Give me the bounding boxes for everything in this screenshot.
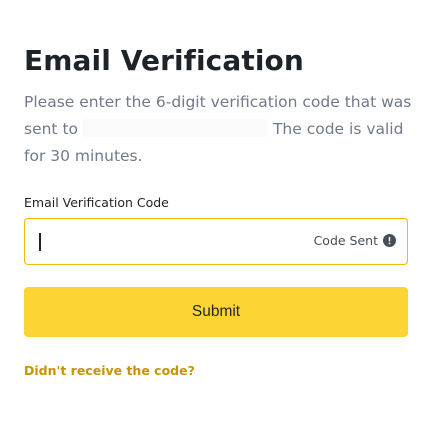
sent-to-label: sent to (24, 120, 79, 138)
submit-button[interactable]: Submit (24, 287, 408, 337)
validity-text: The code is valid (272, 120, 404, 138)
code-sent-label: Code Sent (313, 233, 378, 248)
instructions-text: Please enter the 6-digit verification co… (24, 89, 412, 170)
code-field-label: Email Verification Code (24, 195, 169, 210)
code-sent-indicator: Code Sent (314, 233, 396, 248)
text-caret (39, 233, 41, 251)
resend-code-link[interactable]: Didn't receive the code? (24, 363, 195, 378)
instructions-line-3: for 30 minutes. (24, 147, 143, 165)
info-icon[interactable] (383, 234, 396, 247)
instructions-line-2: sent to The code is valid (24, 116, 408, 143)
page-title: Email Verification (24, 44, 304, 77)
verification-code-input[interactable]: Code Sent (24, 218, 408, 265)
instructions-line-1: Please enter the 6-digit verification co… (24, 93, 412, 111)
masked-email-address (82, 119, 267, 137)
